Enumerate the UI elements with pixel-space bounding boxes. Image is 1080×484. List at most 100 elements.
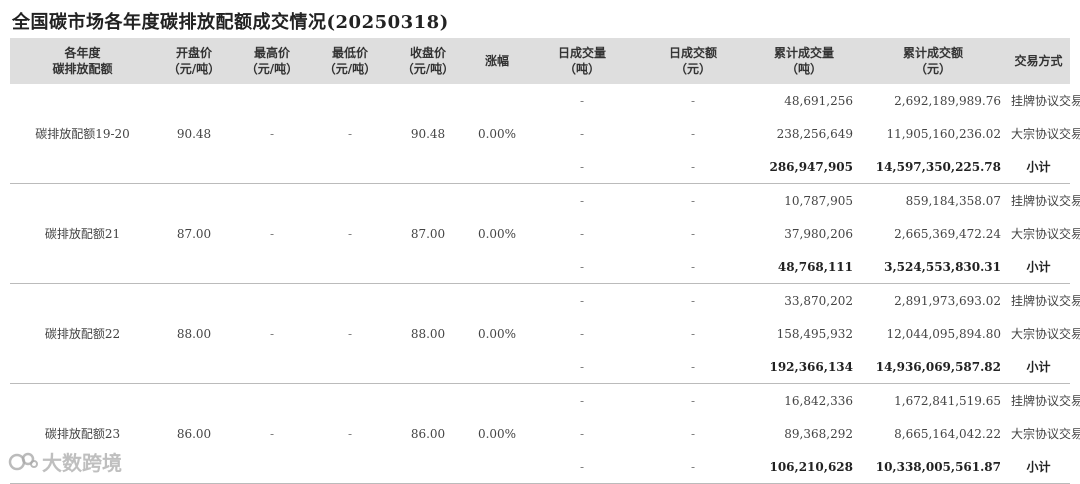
table-row: 碳排放配额19-20 90.48- -90.48 0.00% - -48,691,256 2…: [10, 84, 1080, 184]
trade-method: 大宗协议交易: [1011, 327, 1080, 341]
high-price: -: [233, 84, 311, 184]
cumulative-volume: 238,256,649: [776, 126, 853, 141]
close-price: 86.00: [389, 383, 467, 484]
daily-volume: -: [579, 326, 585, 341]
high-price: -: [233, 283, 311, 384]
column-header-unit: （元）: [674, 62, 711, 76]
cumulative-volume: 48,691,256: [784, 93, 853, 108]
cumulative-volume: 192,366,134: [749, 350, 859, 384]
cumulative-volume: 48,768,111: [749, 250, 859, 284]
watermark-text: 大数跨境: [42, 451, 122, 475]
column-header-label: 收盘价: [409, 46, 446, 60]
cumulative-amount: 12,044,095,894.80: [886, 326, 1001, 341]
daily-volume: -: [579, 426, 585, 441]
low-price: -: [311, 283, 389, 384]
daily-amount: -: [637, 350, 749, 384]
column-header: 各年度 碳排放配额: [10, 38, 155, 84]
daily-amount: -: [690, 226, 696, 241]
column-header: 累计成交额 （元）: [859, 38, 1007, 84]
daily-amount: -: [690, 93, 696, 108]
daily-volume: -: [579, 393, 585, 408]
cumulative-amount: 11,905,160,236.02: [886, 126, 1001, 141]
daily-amount: -: [690, 426, 696, 441]
column-header-unit: （元/吨）: [323, 62, 377, 76]
cumulative-amount: 14,597,350,225.78: [859, 150, 1007, 184]
table-header-row: 各年度 碳排放配额 开盘价 （元/吨） 最高价 （元/吨） 最低价 （元/吨） 收盘价 （元/吨）…: [10, 38, 1070, 84]
trade-method: 小计: [1007, 150, 1070, 184]
cumulative-amount: 859,184,358.07: [905, 193, 1001, 208]
daily-volume: -: [579, 226, 585, 241]
trade-method: 大宗协议交易: [1011, 127, 1080, 141]
column-header-label: 累计成交量: [773, 46, 834, 60]
column-header: 累计成交量 （吨）: [749, 38, 859, 84]
daily-volume: -: [527, 250, 637, 284]
cumulative-amount: 14,936,069,587.82: [859, 350, 1007, 384]
close-price: 88.00: [389, 283, 467, 384]
daily-volume: -: [527, 450, 637, 484]
column-header-unit: （吨）: [785, 62, 822, 76]
close-price: 87.00: [389, 183, 467, 284]
daily-amount: -: [637, 250, 749, 284]
daily-amount: -: [690, 293, 696, 308]
change-pct: 0.00%: [467, 183, 527, 284]
carbon-trading-table: 各年度 碳排放配额 开盘价 （元/吨） 最高价 （元/吨） 最低价 （元/吨） 收盘价 （元/吨）…: [10, 38, 1080, 484]
change-pct: 0.00%: [467, 283, 527, 384]
low-price: -: [311, 183, 389, 284]
cumulative-volume: 16,842,336: [784, 393, 853, 408]
table-row: 碳排放配额21 87.00- -87.00 0.00% - -10,787,905 859,…: [10, 183, 1080, 284]
cumulative-volume: 158,495,932: [776, 326, 853, 341]
daily-volume: -: [579, 126, 585, 141]
daily-amount: -: [690, 126, 696, 141]
column-header-label: 最低价: [331, 46, 368, 60]
cumulative-volume: 106,210,628: [749, 450, 859, 484]
close-price: 90.48: [389, 84, 467, 184]
column-header-label: 日成交量: [557, 46, 606, 60]
column-header-label: 累计成交额: [902, 46, 963, 60]
column-header-label: 交易方式: [1014, 54, 1063, 68]
table-body: 碳排放配额19-20 90.48- -90.48 0.00% - -48,691,256 2…: [10, 84, 1080, 484]
column-header-unit: （元/吨）: [245, 62, 299, 76]
daily-volume: -: [579, 193, 585, 208]
daily-volume: -: [579, 293, 585, 308]
page-title: 全国碳市场各年度碳排放配额成交情况(20250318): [12, 12, 449, 33]
open-price: 90.48: [155, 84, 233, 184]
allowance-name: 碳排放配额19-20: [10, 84, 155, 184]
daily-amount: -: [637, 150, 749, 184]
high-price: -: [233, 183, 311, 284]
cumulative-volume: 286,947,905: [749, 150, 859, 184]
cumulative-amount: 2,692,189,989.76: [894, 93, 1001, 108]
daily-amount: -: [690, 326, 696, 341]
trade-method: 挂牌协议交易: [1011, 194, 1080, 208]
cumulative-amount: 10,338,005,561.87: [859, 450, 1007, 484]
open-price: 87.00: [155, 183, 233, 284]
watermark: 大数跨境: [8, 447, 122, 478]
column-header-label: 开盘价: [175, 46, 212, 60]
open-price: 88.00: [155, 283, 233, 384]
cumulative-amount: 3,524,553,830.31: [859, 250, 1007, 284]
column-header-label: 各年度: [64, 46, 101, 60]
column-header-unit: 碳排放配额: [52, 62, 113, 76]
daily-amount: -: [690, 193, 696, 208]
open-price: 86.00: [155, 383, 233, 484]
column-header: 收盘价 （元/吨）: [389, 38, 467, 84]
column-header-unit: （元/吨）: [167, 62, 221, 76]
allowance-name: 碳排放配额22: [10, 283, 155, 384]
daily-amount: -: [637, 450, 749, 484]
daily-amount: -: [690, 393, 696, 408]
cumulative-amount: 2,665,369,472.24: [894, 226, 1001, 241]
cumulative-amount: 1,672,841,519.65: [894, 393, 1001, 408]
brand-logo-icon: [8, 451, 38, 478]
low-price: -: [311, 84, 389, 184]
column-header: 日成交量 （吨）: [527, 38, 637, 84]
column-header: 日成交额 （元）: [637, 38, 749, 84]
trade-method: 大宗协议交易: [1011, 427, 1080, 441]
trade-method: 挂牌协议交易: [1011, 94, 1080, 108]
column-header: 涨幅: [467, 38, 527, 84]
allowance-name: 碳排放配额21: [10, 183, 155, 284]
trade-method: 小计: [1007, 450, 1070, 484]
low-price: -: [311, 383, 389, 484]
trade-method: 挂牌协议交易: [1011, 394, 1080, 408]
trade-method: 小计: [1007, 350, 1070, 384]
cumulative-amount: 8,665,164,042.22: [894, 426, 1001, 441]
column-header-unit: （元/吨）: [401, 62, 455, 76]
